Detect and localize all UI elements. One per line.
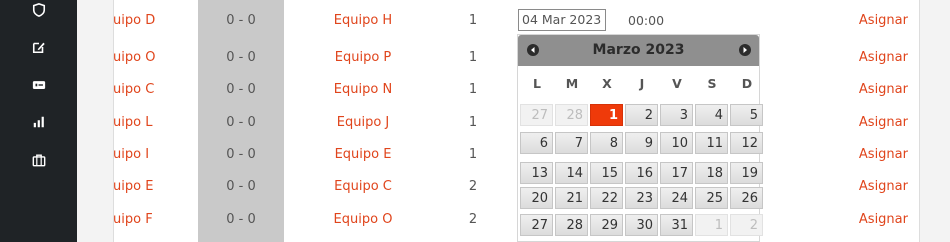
calendar-day[interactable]: 29	[590, 214, 623, 236]
calendar-day[interactable]: 19	[730, 162, 763, 184]
round-number: 2	[468, 179, 478, 194]
calendar-day[interactable]: 27	[520, 104, 553, 126]
score: 0 - 0	[226, 13, 256, 28]
assign-link[interactable]: Asignar	[813, 107, 908, 139]
briefcase-icon[interactable]	[31, 152, 47, 168]
chevron-right-icon	[743, 47, 747, 53]
round-number: 2	[468, 212, 478, 227]
calendar-day[interactable]: 4	[695, 104, 728, 126]
calendar-day[interactable]: 10	[660, 132, 693, 154]
assign-link[interactable]: Asignar	[813, 139, 908, 171]
calendar-day[interactable]: 12	[730, 132, 763, 154]
ticket-icon[interactable]	[31, 77, 47, 93]
assign-link[interactable]: Asignar	[813, 42, 908, 74]
home-team[interactable]: uipo L	[113, 107, 198, 139]
home-team[interactable]: uipo F	[113, 204, 198, 236]
table-row: uipo O 0 - 0 Equipo P 1 Asignar	[113, 42, 918, 74]
round-number: 1	[468, 50, 478, 65]
calendar-day[interactable]: 24	[660, 187, 693, 209]
away-team[interactable]: Equipo O	[318, 204, 408, 236]
score: 0 - 0	[226, 50, 256, 65]
calendar-day[interactable]: 18	[695, 162, 728, 184]
table-row: uipo L 0 - 0 Equipo J 1 Asignar	[113, 107, 918, 139]
calendar-day[interactable]: 31	[660, 214, 693, 236]
calendar-day[interactable]: 5	[730, 104, 763, 126]
table-row: uipo E 0 - 0 Equipo C 2 Asignar	[113, 171, 918, 203]
calendar-day-selected[interactable]: 1	[590, 104, 623, 126]
away-team[interactable]: Equipo P	[318, 42, 408, 74]
assign-link[interactable]: Asignar	[813, 74, 908, 106]
date-input[interactable]	[518, 9, 606, 31]
home-team[interactable]: uipo E	[113, 171, 198, 203]
calendar-day[interactable]: 9	[625, 132, 658, 154]
calendar-day[interactable]: 25	[695, 187, 728, 209]
calendar-day[interactable]: 30	[625, 214, 658, 236]
table-row: uipo C 0 - 0 Equipo N 1 Asignar	[113, 74, 918, 106]
calendar-day[interactable]: 2	[730, 214, 763, 236]
round-number: 1	[468, 147, 478, 162]
calendar-day[interactable]: 2	[625, 104, 658, 126]
calendar-month-title: Marzo 2023	[592, 42, 685, 58]
calendar-day[interactable]: 28	[555, 214, 588, 236]
calendar-day[interactable]: 6	[520, 132, 553, 154]
calendar-day[interactable]: 28	[555, 104, 588, 126]
weekday-header: L	[533, 76, 541, 91]
weekday-header: X	[602, 76, 612, 91]
home-team[interactable]: uipo C	[113, 74, 198, 106]
calendar-day[interactable]: 1	[695, 214, 728, 236]
away-team[interactable]: Equipo H	[318, 5, 408, 37]
calendar-day[interactable]: 26	[730, 187, 763, 209]
away-team[interactable]: Equipo C	[318, 171, 408, 203]
table-row: uipo F 0 - 0 Equipo O 2 Asignar	[113, 204, 918, 236]
round-number: 1	[468, 115, 478, 130]
round-number: 1	[468, 82, 478, 97]
weekday-header: D	[741, 76, 753, 91]
calendar-day[interactable]: 17	[660, 162, 693, 184]
edit-icon[interactable]	[31, 39, 47, 55]
time-value[interactable]: 00:00	[628, 11, 664, 31]
away-team[interactable]: Equipo E	[318, 139, 408, 171]
calendar-day[interactable]: 13	[520, 162, 553, 184]
score: 0 - 0	[226, 115, 256, 130]
calendar-day[interactable]: 11	[695, 132, 728, 154]
calendar-day[interactable]: 14	[555, 162, 588, 184]
home-team[interactable]: uipo D	[113, 5, 198, 37]
weekday-header: J	[639, 76, 645, 91]
assign-link[interactable]: Asignar	[813, 5, 908, 37]
calendar-day[interactable]: 22	[590, 187, 623, 209]
score: 0 - 0	[226, 179, 256, 194]
calendar-day[interactable]: 8	[590, 132, 623, 154]
calendar-day[interactable]: 15	[590, 162, 623, 184]
away-team[interactable]: Equipo J	[318, 107, 408, 139]
round-number: 1	[468, 13, 478, 28]
weekday-header: S	[707, 76, 717, 91]
calendar-day[interactable]: 16	[625, 162, 658, 184]
calendar-header: Marzo 2023	[518, 35, 759, 66]
home-team[interactable]: uipo I	[113, 139, 198, 171]
next-month-button[interactable]	[739, 44, 751, 56]
calendar-day[interactable]: 23	[625, 187, 658, 209]
score: 0 - 0	[226, 82, 256, 97]
calendar-day[interactable]: 7	[555, 132, 588, 154]
home-team[interactable]: uipo O	[113, 42, 198, 74]
datepicker-calendar: Marzo 2023 LMXJVSD 27 28 1 2 3 4 5 6 7 8 9 10 11 12 13…	[517, 34, 763, 242]
away-team[interactable]: Equipo N	[318, 74, 408, 106]
shield-icon[interactable]	[31, 2, 47, 18]
weekday-header: V	[672, 76, 682, 91]
bar-chart-icon[interactable]	[31, 114, 47, 130]
table-row: uipo D 0 - 0 Equipo H 1 Asignar	[113, 5, 918, 37]
table-row: uipo I 0 - 0 Equipo E 1 Asignar	[113, 139, 918, 171]
calendar-day[interactable]: 21	[555, 187, 588, 209]
score: 0 - 0	[226, 147, 256, 162]
sidebar	[0, 0, 77, 242]
calendar-day[interactable]: 27	[520, 214, 553, 236]
calendar-day[interactable]: 3	[660, 104, 693, 126]
assign-link[interactable]: Asignar	[813, 171, 908, 203]
calendar-day[interactable]: 20	[520, 187, 553, 209]
assign-link[interactable]: Asignar	[813, 204, 908, 236]
weekday-header: M	[565, 76, 579, 91]
score: 0 - 0	[226, 212, 256, 227]
